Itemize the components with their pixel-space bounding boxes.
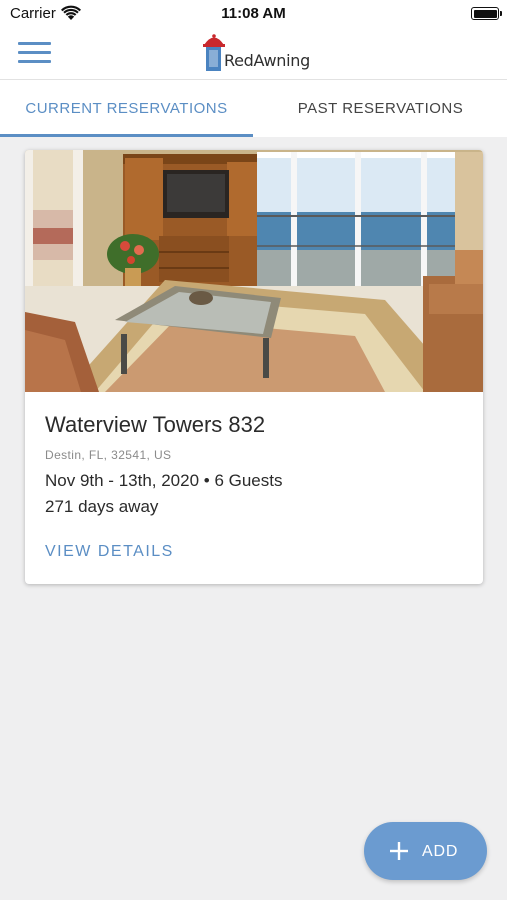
nav-bar: RedAwning (0, 28, 507, 80)
hamburger-menu-button[interactable] (18, 42, 51, 64)
status-bar: Carrier 11:08 AM (0, 0, 507, 28)
reservation-dates: Nov 9th - 13th, 2020 • 6 Guests (45, 471, 283, 490)
status-time: 11:08 AM (221, 5, 286, 22)
add-button-label: ADD (422, 843, 459, 860)
add-reservation-button[interactable]: ADD (364, 822, 487, 880)
brand-logo: RedAwning (202, 32, 312, 74)
reservation-tabs: CURRENT RESERVATIONS PAST RESERVATIONS (0, 80, 507, 137)
property-address: Destin, FL, 32541, US (45, 448, 172, 462)
brand-name: RedAwning (224, 51, 310, 70)
redawning-logo-icon (203, 34, 225, 71)
property-name: Waterview Towers 832 (45, 412, 266, 437)
reservation-card[interactable]: Waterview Towers 832 Destin, FL, 32541, … (25, 150, 483, 584)
tab-current-reservations[interactable]: CURRENT RESERVATIONS (0, 80, 253, 137)
days-away: 271 days away (45, 497, 159, 516)
battery-icon (471, 7, 502, 20)
view-details-button[interactable]: VIEW DETAILS (45, 543, 174, 561)
tab-past-reservations[interactable]: PAST RESERVATIONS (254, 80, 507, 137)
plus-icon (390, 842, 408, 860)
active-tab-indicator (0, 134, 253, 137)
property-photo (25, 150, 483, 392)
